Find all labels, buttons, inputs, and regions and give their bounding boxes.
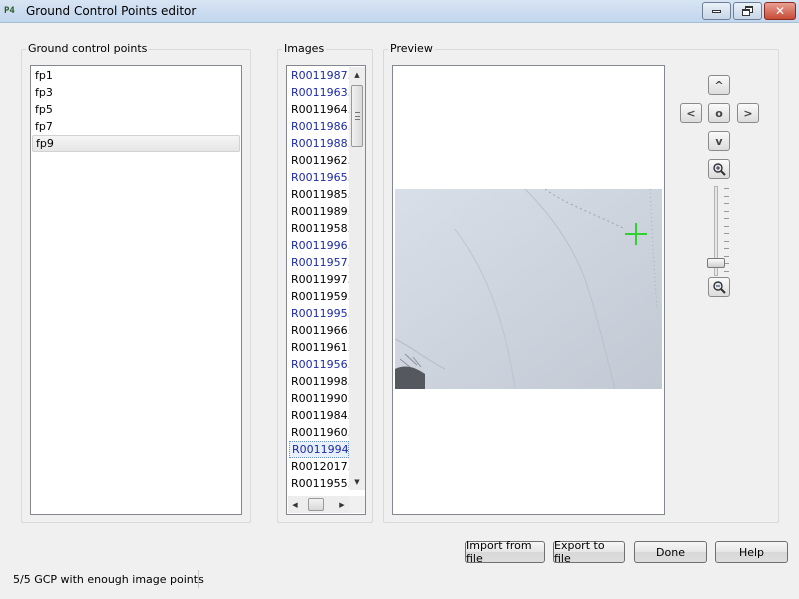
images-horizontal-scrollbar[interactable]: ◀ ▶ [288,496,349,513]
slider-tick [724,218,729,219]
image-list-item[interactable]: R0011986.J [289,118,349,135]
images-group-label: Images [282,42,327,55]
slider-tick [724,195,729,197]
gcp-list-item[interactable]: fp9 [32,135,240,152]
pan-left-button[interactable]: < [680,103,702,123]
slider-tick [724,270,729,272]
slider-tick [724,225,729,227]
image-list-item[interactable]: R0011995.J [289,305,349,322]
image-list-item[interactable]: R0011989.J [289,203,349,220]
image-list-item[interactable]: R0011966.J [289,322,349,339]
gcp-list[interactable]: fp1 fp3 fp5 fp7 fp9 [30,65,242,515]
preview-image[interactable] [395,189,662,389]
slider-tick [724,233,729,234]
image-list-item[interactable]: R0011965.J [289,169,349,186]
image-list-item[interactable]: R0011997.J [289,271,349,288]
status-separator [198,570,199,588]
gcp-list-item[interactable]: fp1 [32,67,240,84]
slider-tick [724,210,729,212]
chevron-right-icon: > [743,106,753,120]
chevron-down-icon: v [715,134,723,148]
scroll-up-icon[interactable]: ▲ [349,67,365,83]
import-from-file-button[interactable]: Import from file [465,539,545,565]
image-list-item[interactable]: R0011998.J [289,373,349,390]
scroll-left-icon[interactable]: ◀ [288,496,302,513]
app-icon: P4 [4,6,15,16]
center-button[interactable]: o [708,103,730,123]
zoom-out-button[interactable] [708,277,730,297]
image-list-item[interactable]: R0011962.J [289,152,349,169]
help-button[interactable]: Help [715,541,788,563]
zoom-in-button[interactable] [708,159,730,179]
scroll-right-icon[interactable]: ▶ [335,496,349,513]
zoom-slider-handle[interactable] [707,258,725,268]
minimize-icon [712,9,721,13]
slider-tick [724,255,729,257]
image-list-item[interactable]: R0012017.J [289,458,349,475]
image-list-item[interactable]: R0011957.J [289,254,349,271]
restore-icon [741,6,754,16]
horizontal-scroll-thumb[interactable] [308,498,324,511]
gcp-list-item[interactable]: fp3 [32,84,240,101]
image-list-item[interactable]: R0011984.J [289,407,349,424]
zoom-out-icon [713,281,726,294]
gcp-group-label: Ground control points [26,42,150,55]
chevron-up-icon: ^ [714,78,724,92]
image-list-item[interactable]: R0011956.J [289,356,349,373]
image-list-item[interactable]: R0011955.J [289,475,349,492]
image-list-item[interactable]: R0011987.J [289,67,349,84]
pan-right-button[interactable]: > [737,103,759,123]
image-list-item[interactable]: R0011985.J [289,186,349,203]
close-button[interactable]: ✕ [764,2,796,20]
gcp-list-item[interactable]: fp5 [32,101,240,118]
slider-tick [724,203,729,204]
status-text: 5/5 GCP with enough image points [13,573,204,586]
gcp-list-item[interactable]: fp7 [32,118,240,135]
slider-tick [724,240,729,242]
image-list-item[interactable]: R0011996.J [289,237,349,254]
scroll-thumb[interactable] [351,85,363,147]
gcp-editor-window: P4 Ground Control Points editor ✕ Ground… [0,0,799,599]
export-to-file-button[interactable]: Export to file [553,539,625,565]
image-list-item[interactable]: R0011958.J [289,220,349,237]
images-vertical-scrollbar[interactable]: ▲ ▼ [349,67,365,490]
done-button[interactable]: Done [634,541,707,563]
title-bar[interactable]: P4 Ground Control Points editor ✕ [0,0,799,23]
image-list-item[interactable]: R0011960.J [289,424,349,441]
pan-down-button[interactable]: v [708,131,730,151]
image-list-item[interactable]: R0011963.J [289,84,349,101]
close-icon: ✕ [774,4,786,18]
image-list-item[interactable]: R0011964.J [289,101,349,118]
center-icon: o [715,106,723,120]
scroll-down-icon[interactable]: ▼ [349,474,365,490]
maximize-button[interactable] [733,2,762,20]
slider-tick [724,248,729,249]
image-list-item[interactable]: R0011990.J [289,390,349,407]
images-list[interactable]: R0011955.JR0012017.JR0011994.JR0011960.J… [286,65,366,515]
preview-image-content [395,189,662,389]
scroll-corner [349,496,365,513]
preview-group-label: Preview [388,42,435,55]
minimize-button[interactable] [702,2,731,20]
image-list-item[interactable]: R0011961.J [289,339,349,356]
chevron-left-icon: < [686,106,696,120]
window-title: Ground Control Points editor [26,4,197,18]
pan-up-button[interactable]: ^ [708,75,730,95]
image-list-item[interactable]: R0011988.J [289,135,349,152]
image-list-item[interactable]: R0011994.J [289,441,349,458]
zoom-in-icon [713,163,726,176]
preview-panel[interactable] [392,65,665,515]
slider-tick [724,188,729,189]
image-list-item[interactable]: R0011959.J [289,288,349,305]
